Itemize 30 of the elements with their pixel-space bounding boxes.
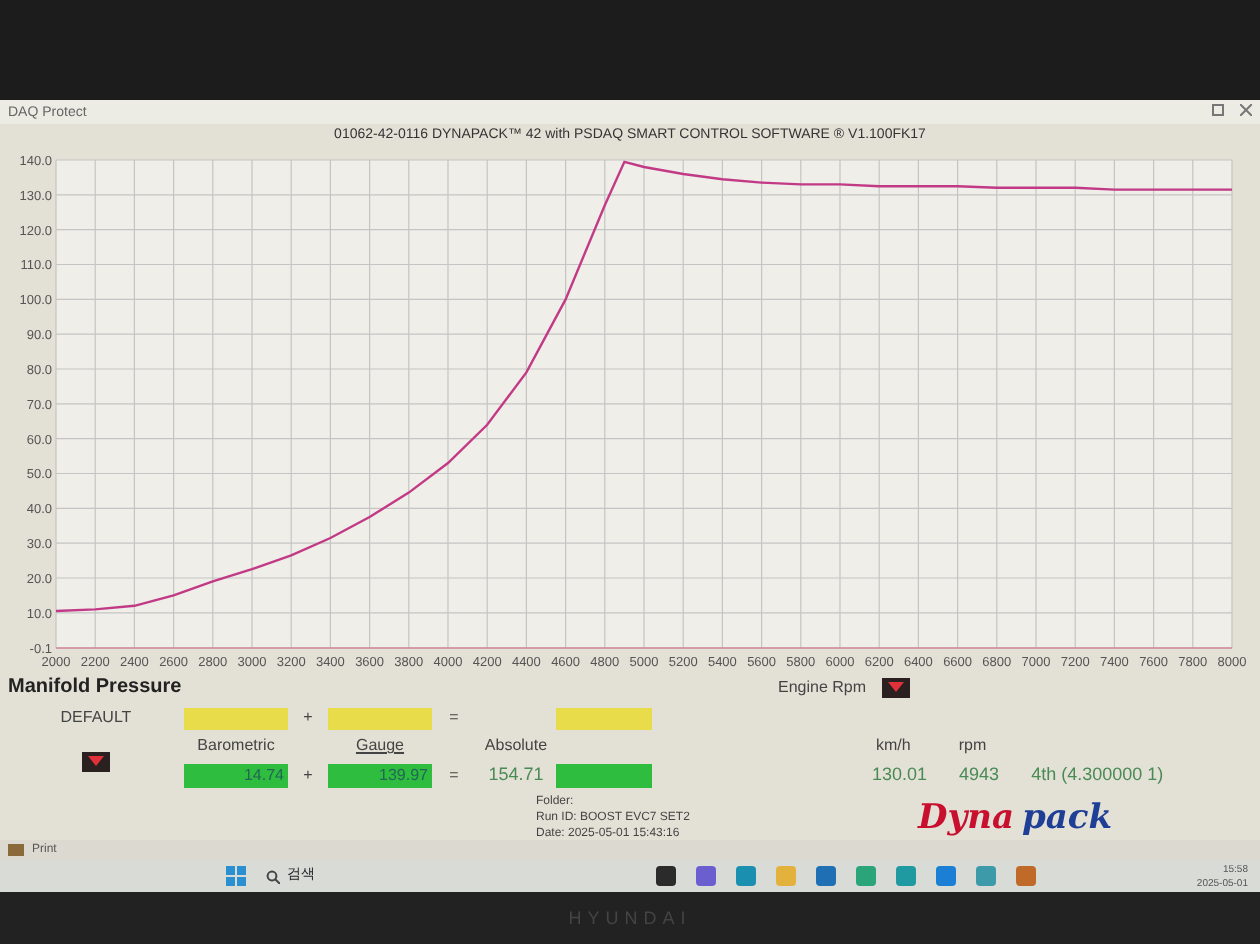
windows-start-icon[interactable] — [225, 866, 245, 886]
dropdown-button[interactable] — [82, 751, 110, 772]
barometric-label: Barometric — [195, 734, 277, 758]
absolute-label: Absolute — [482, 734, 550, 758]
barometric-input-field[interactable] — [184, 707, 288, 729]
close-icon[interactable] — [1240, 104, 1252, 116]
speed-unit-label: km/h — [876, 734, 911, 758]
x-axis-label: Engine Rpm — [777, 675, 867, 699]
plus-sign: + — [301, 763, 315, 788]
gear-text: 4th (4.300000 1) — [1031, 762, 1164, 788]
absolute-input-field[interactable] — [556, 707, 652, 729]
rpm-value: 4943 — [959, 762, 1000, 788]
gauge-input-field[interactable] — [328, 707, 432, 729]
speed-value: 130.01 — [872, 762, 928, 788]
absolute-output-field[interactable] — [556, 763, 652, 788]
preset-label: DEFAULT — [58, 706, 134, 730]
gauge-label: Gauge — [353, 734, 407, 758]
panel-title: Manifold Pressure — [8, 674, 184, 702]
printer-icon — [8, 844, 24, 856]
search-icon — [265, 869, 279, 883]
dropdown-button[interactable] — [882, 677, 911, 697]
equals-sign: = — [447, 763, 461, 788]
caret-icon — [888, 682, 905, 692]
rpm-unit-label: rpm — [958, 734, 987, 758]
restore-icon[interactable] — [1212, 104, 1224, 116]
absolute-value: 154.71 — [486, 762, 546, 788]
dynapack-logo: Dyna pack — [916, 795, 1115, 841]
plus-sign: + — [301, 706, 315, 730]
equals-sign: = — [447, 706, 461, 730]
caret-icon — [88, 756, 104, 767]
